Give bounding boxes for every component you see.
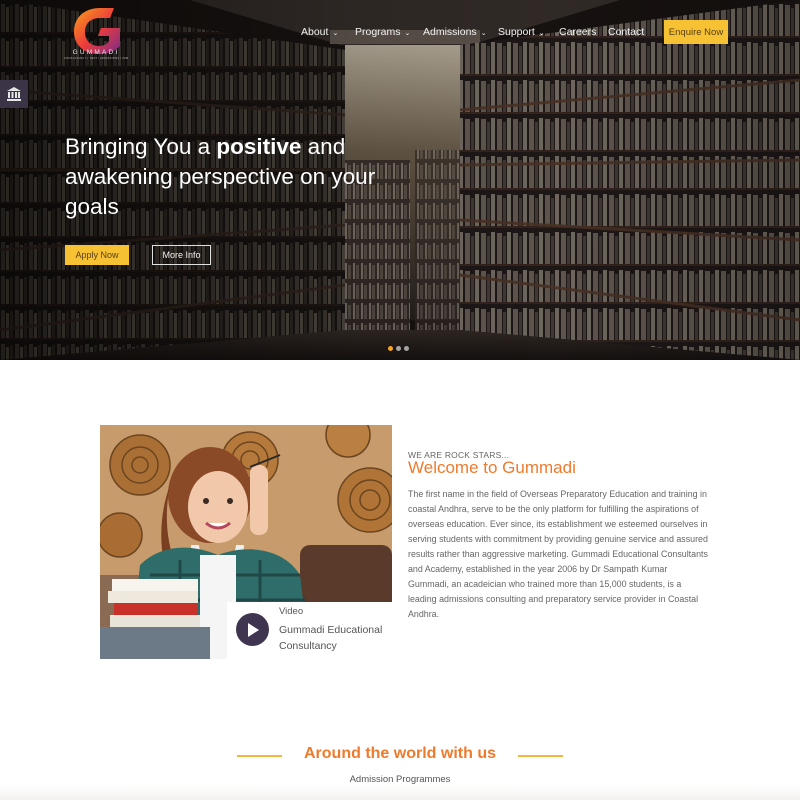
chevron-down-icon: ⌄ (480, 29, 487, 37)
hero-banner: GUMMADI CONSULTANCY | TEST | ADMISSIONS … (0, 0, 800, 360)
enquire-now-button[interactable]: Enquire Now (664, 20, 728, 44)
logo-tagline: CONSULTANCY | TEST | ADMISSIONS | IMMIGR… (64, 57, 128, 60)
carousel-dots (388, 346, 409, 351)
apply-now-button[interactable]: Apply Now (65, 245, 129, 265)
video-title: Gummadi Educational Consultancy (279, 624, 383, 652)
world-heading: Around the world with us (304, 745, 496, 762)
video-label: Video (279, 606, 304, 617)
institution-icon (7, 87, 21, 101)
carousel-dot-3[interactable] (404, 346, 409, 351)
nav-support[interactable]: Support ⌄ (498, 26, 545, 38)
nav-programs-label: Programs (355, 26, 401, 38)
world-subheading: Admission Programmes (349, 774, 451, 785)
nav-contact[interactable]: Contact (608, 26, 644, 38)
nav-about[interactable]: About ⌄ (301, 26, 338, 38)
nav-admissions-label: Admissions (423, 26, 477, 38)
nav-contact-label: Contact (608, 26, 645, 38)
carousel-dot-2[interactable] (396, 346, 401, 351)
nav-careers-label: Careers (559, 26, 597, 38)
more-info-button[interactable]: More Info (152, 245, 211, 265)
play-video-button[interactable] (236, 613, 269, 646)
welcome-paragraph: The first name in the field of Overseas … (408, 489, 708, 619)
hero-headline: Bringing You a positive and awakening pe… (65, 132, 425, 222)
nav-admissions[interactable]: Admissions ⌄ (423, 26, 487, 38)
chevron-down-icon: ⌄ (332, 29, 339, 37)
nav-careers[interactable]: Careers (559, 26, 596, 38)
section-bottom-fade (0, 785, 800, 800)
side-floating-tab[interactable] (0, 80, 28, 108)
carousel-dot-1[interactable] (388, 346, 393, 351)
welcome-heading: Welcome to Gummadi (408, 458, 576, 477)
chevron-down-icon: ⌄ (538, 29, 545, 37)
nav-support-label: Support (498, 26, 535, 38)
chevron-down-icon: ⌄ (404, 29, 411, 37)
nav-programs[interactable]: Programs ⌄ (355, 26, 410, 38)
play-icon (247, 622, 259, 637)
hero-headline-start: Bringing You a (65, 134, 217, 159)
nav-about-label: About (301, 26, 329, 38)
hero-headline-emphasis: positive (216, 134, 302, 159)
logo-wordmark: GUMMADI (72, 49, 120, 56)
